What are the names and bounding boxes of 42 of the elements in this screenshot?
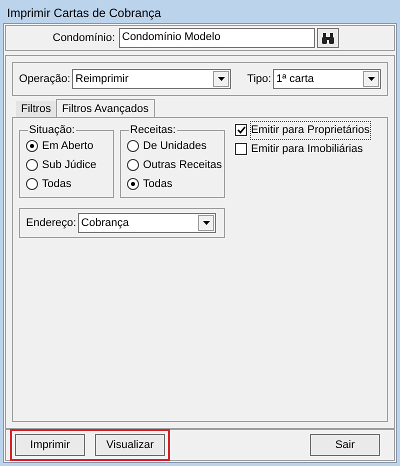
radio-label: Sub Júdice	[42, 158, 96, 173]
checkbox-label: Emitir para Proprietários	[251, 122, 370, 138]
dialog-button[interactable]: Visualizar	[95, 434, 165, 456]
radio-button[interactable]	[127, 178, 139, 190]
radio-button[interactable]	[26, 178, 38, 190]
field-label: Tipo:	[247, 72, 272, 87]
caret-icon	[202, 221, 210, 225]
radio-button[interactable]	[26, 140, 38, 152]
radio-label: Em Aberto	[42, 138, 94, 154]
dropdown-field[interactable]: Reimprimir	[72, 69, 232, 89]
dropdown-value: 1ª carta	[275, 72, 314, 87]
text-field[interactable]: Condomínio Modelo	[119, 28, 315, 48]
radio-label: Todas	[143, 176, 172, 192]
field-label: Condomínio:	[52, 30, 116, 46]
radio-label: De Unidades	[143, 138, 207, 154]
radio-label: Outras Receitas	[143, 158, 222, 173]
radio-label: Todas	[42, 176, 72, 192]
dropdown-value: Reimprimir	[74, 72, 129, 87]
binoculars-icon	[321, 32, 335, 44]
dropdown-button[interactable]	[198, 215, 214, 231]
caret-icon	[218, 77, 225, 81]
checkbox[interactable]	[235, 142, 247, 155]
checkbox[interactable]	[235, 124, 247, 136]
radio-button[interactable]	[26, 159, 38, 171]
dropdown-button[interactable]	[213, 71, 230, 87]
search-button[interactable]	[317, 28, 339, 48]
tab[interactable]: Filtros	[16, 101, 56, 117]
dropdown-field[interactable]: 1ª carta	[273, 69, 381, 89]
field-label: Endereço:	[26, 216, 76, 231]
dialog-button[interactable]: Imprimir	[15, 434, 85, 456]
group-title: Situação:	[28, 123, 76, 137]
radio-button[interactable]	[127, 159, 139, 171]
dialog-button[interactable]: Sair	[310, 434, 380, 456]
caret-icon	[368, 77, 374, 81]
radio-button[interactable]	[127, 140, 139, 152]
checkbox-label: Emitir para Imobiliárias	[251, 142, 363, 156]
field-label: Operação:	[19, 72, 70, 87]
tab[interactable]: Filtros Avançados	[56, 99, 155, 118]
dropdown-button[interactable]	[363, 71, 379, 87]
window-title: Imprimir Cartas de Cobrança	[6, 5, 162, 22]
dropdown-field[interactable]: Cobrança	[78, 213, 216, 233]
dropdown-value: Cobrança	[80, 216, 129, 231]
